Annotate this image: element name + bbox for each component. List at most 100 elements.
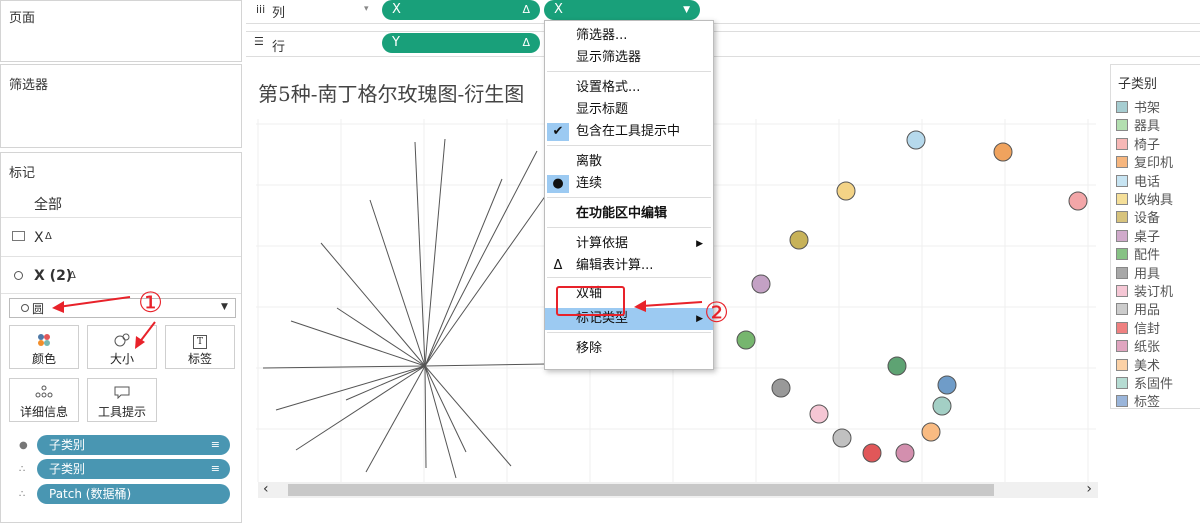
data-point-circle [887,356,907,376]
data-point-circle [771,378,791,398]
menu-item-label: 编辑表计算... [576,258,654,273]
legend-item[interactable]: 桌子 [1116,226,1160,245]
menu-separator [547,227,711,228]
legend-swatch [1116,211,1128,224]
legend-item[interactable]: 装订机 [1116,281,1173,300]
legend-label: 复印机 [1134,156,1174,172]
rose-spoke [424,363,547,367]
legend-label: 电话 [1134,174,1161,190]
legend-item[interactable]: 器具 [1116,115,1160,134]
checkmark-icon: ✔ [547,123,569,141]
radio-dot-icon: ● [547,175,569,193]
legend-label: 桌子 [1134,229,1161,245]
data-point-circle [751,274,771,294]
legend-item[interactable]: 椅子 [1116,134,1160,153]
annotation-step-1: ① [138,286,164,319]
menu-item-label: 显示筛选器 [576,50,642,65]
legend-swatch [1116,193,1128,205]
data-point-circle [932,396,952,416]
menu-item-6[interactable]: ● 连续 [545,173,713,195]
submenu-arrow-icon: ▶ [696,239,703,249]
menu-item-9[interactable]: Δ 编辑表计算... [545,255,713,277]
legend-item[interactable]: 配件 [1116,244,1160,263]
scroll-left-icon[interactable]: ‹ [263,481,269,497]
rose-spoke [336,307,426,367]
scrollbar-thumb[interactable] [288,484,994,496]
menu-item-0[interactable]: 筛选器... [545,25,713,47]
menu-item-label: 移除 [576,341,603,356]
legend-label: 配件 [1134,248,1161,264]
rose-spoke [365,365,426,473]
rose-spoke [424,178,503,367]
column-pill-x-1[interactable]: X Δ [382,0,540,20]
data-point-circle [836,181,856,201]
legend-item[interactable]: 标签 [1116,391,1160,410]
legend-item[interactable]: 书架 [1116,97,1160,116]
rose-spoke [424,138,446,367]
menu-item-5[interactable]: 离散 [545,151,713,173]
delta-icon: Δ [522,3,530,16]
annotation-step-2: ② [704,296,730,329]
menu-separator [547,71,711,72]
legend-item[interactable]: 复印机 [1116,152,1173,171]
legend-item[interactable]: 系固件 [1116,373,1173,392]
rose-spoke [295,365,426,451]
rose-spoke [424,365,512,467]
menu-item-12[interactable]: 移除 [545,338,713,360]
legend-label: 用具 [1134,266,1161,282]
menu-separator [547,277,711,278]
legend-item[interactable]: 信封 [1116,318,1160,337]
delta-icon: Δ [553,258,563,273]
data-point-circle [1068,191,1088,211]
data-point-circle [832,428,852,448]
legend-item[interactable]: 用品 [1116,299,1160,318]
data-point-circle [993,142,1013,162]
menu-item-label: 离散 [576,154,603,169]
data-point-circle [906,130,926,150]
legend-item[interactable]: 电话 [1116,171,1160,190]
row-pill-y[interactable]: Y Δ [382,33,540,53]
legend-swatch [1116,137,1128,150]
menu-item-4[interactable]: ✔ 包含在工具提示中 [545,121,713,143]
chevron-down-icon: ▼ [683,5,690,15]
rose-spoke [369,199,426,367]
menu-item-3[interactable]: 显示标题 [545,99,713,121]
menu-item-label: 计算依据 [576,236,629,251]
menu-item-2[interactable]: 设置格式... [545,77,713,99]
pill-label: X [554,2,563,17]
scroll-right-icon[interactable]: › [1086,481,1092,497]
annotation-highlight-box [556,286,625,316]
legend-swatch [1116,321,1128,334]
menu-item-1[interactable]: 显示筛选器 [545,47,713,69]
legend-item[interactable]: 用具 [1116,263,1160,282]
legend-swatch [1116,358,1128,371]
data-point-circle [895,443,915,463]
legend-label: 纸张 [1134,340,1161,356]
legend-item[interactable]: 收纳具 [1116,189,1173,208]
data-point-circle [736,330,756,350]
menu-item-label: 设置格式... [576,80,641,95]
column-pill-x-2[interactable]: X ▼ [544,0,700,20]
legend-label: 装订机 [1134,285,1174,300]
legend-swatch [1116,156,1128,169]
legend-swatch [1116,395,1128,408]
legend-swatch [1116,229,1128,242]
menu-separator [547,332,711,333]
data-point-circle [809,404,829,424]
data-point-circle [921,422,941,442]
columns-label: 列 [272,6,286,21]
legend-item[interactable]: 纸张 [1116,336,1160,355]
chevron-down-icon: ▾ [364,4,369,14]
legend-swatch [1116,248,1128,261]
legend-item[interactable]: 设备 [1116,207,1160,226]
menu-item-8[interactable]: 计算依据 ▶ [545,233,713,255]
pill-label: X [392,2,401,17]
horizontal-scrollbar[interactable]: ‹ › [258,481,1098,498]
legend-label: 美术 [1134,358,1161,374]
legend-item[interactable]: 美术 [1116,355,1160,374]
menu-item-7[interactable]: 在功能区中编辑 [545,203,713,225]
menu-separator [547,145,711,146]
rose-spoke [290,320,426,367]
menu-separator [547,197,711,198]
legend-label: 信封 [1134,321,1161,337]
